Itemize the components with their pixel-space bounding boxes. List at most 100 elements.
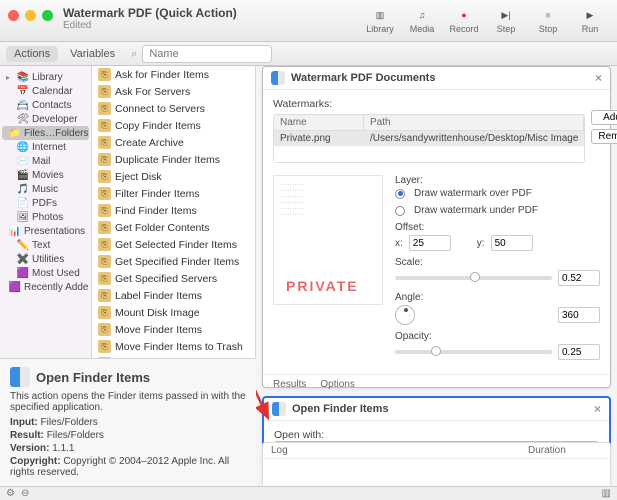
run-button[interactable]: ▶Run	[571, 6, 609, 34]
tab-variables[interactable]: Variables	[62, 46, 123, 62]
action-icon: ⎘	[98, 68, 111, 81]
table-row[interactable]: Private.png /Users/sandywrittenhouse/Des…	[274, 131, 584, 146]
library-button[interactable]: ▥Library	[361, 6, 399, 34]
card-title: Open Finder Items	[292, 403, 389, 415]
sidebar-item-utilities[interactable]: ✖️Utilities	[2, 252, 89, 266]
watermarks-table[interactable]: Name Path Private.png /Users/sandywritte…	[273, 114, 585, 163]
action-icon: ⎘	[98, 102, 111, 115]
step-button[interactable]: ▶|Step	[487, 6, 525, 34]
sidebar-item-photos[interactable]: 🖼Photos	[2, 210, 89, 224]
col-log: Log	[263, 443, 520, 458]
category-icon: 🖼	[17, 211, 29, 223]
action-item[interactable]: ⎘Get Selected Finder Items	[92, 236, 255, 253]
action-item[interactable]: ⎘Label Finder Items	[92, 287, 255, 304]
close-icon[interactable]: ×	[594, 402, 601, 416]
sidebar-item-calendar[interactable]: 📅Calendar	[2, 84, 89, 98]
scale-input[interactable]	[558, 270, 600, 286]
watermarks-label: Watermarks:	[273, 98, 600, 110]
action-item[interactable]: ⎘Eject Disk	[92, 168, 255, 185]
info-description: This action opens the Finder items passe…	[10, 391, 246, 413]
sidebar-item-recently-added[interactable]: 🟪Recently Added	[2, 280, 89, 294]
scale-slider[interactable]	[395, 276, 552, 280]
action-icon: ⎘	[98, 340, 111, 353]
action-item[interactable]: ⎘Get Folder Contents	[92, 219, 255, 236]
action-item[interactable]: ⎘Copy Finder Items	[92, 117, 255, 134]
results-tab[interactable]: Results	[273, 379, 306, 390]
action-item[interactable]: ⎘Ask For Servers	[92, 83, 255, 100]
action-icon: ⎘	[98, 119, 111, 132]
action-item[interactable]: ⎘Create Archive	[92, 134, 255, 151]
stop-button[interactable]: ■Stop	[529, 6, 567, 34]
sidebar-item-mail[interactable]: ✉️Mail	[2, 154, 89, 168]
info-title: Open Finder Items	[36, 370, 150, 385]
open-with-label: Open with:	[274, 429, 324, 441]
options-tab[interactable]: Options	[320, 379, 354, 390]
action-item[interactable]: ⎘Get Specified Finder Items	[92, 253, 255, 270]
category-icon: 📄	[17, 197, 29, 209]
add-button[interactable]: Add…	[591, 110, 617, 125]
finder-icon	[272, 402, 286, 416]
angle-input[interactable]	[558, 307, 600, 323]
sidebar-item-presentations[interactable]: 📊Presentations	[2, 224, 89, 238]
minimize-icon[interactable]	[25, 10, 36, 21]
category-icon: 📁	[9, 127, 21, 139]
sidebar-item-movies[interactable]: 🎬Movies	[2, 168, 89, 182]
offset-x-input[interactable]	[409, 235, 451, 251]
media-button[interactable]: ♫Media	[403, 6, 441, 34]
status-bar: ⚙ ⊖ ▥	[0, 486, 617, 500]
radio-under[interactable]: Draw watermark under PDF	[395, 205, 600, 216]
window-subtitle: Edited	[63, 20, 237, 31]
action-item[interactable]: ⎘Connect to Servers	[92, 100, 255, 117]
remove-button[interactable]: Remove	[591, 129, 617, 144]
action-item[interactable]: ⎘Find Finder Items	[92, 202, 255, 219]
sidebar-item-developer[interactable]: 🛠Developer	[2, 112, 89, 126]
action-icon: ⎘	[98, 238, 111, 251]
close-icon[interactable]	[8, 10, 19, 21]
action-item[interactable]: ⎘Get Specified Servers	[92, 270, 255, 287]
gear-icon[interactable]: ⚙	[6, 488, 15, 499]
category-icon: ✏️	[17, 239, 29, 251]
tab-actions[interactable]: Actions	[6, 46, 58, 62]
action-item[interactable]: ⎘Filter Finder Items	[92, 185, 255, 202]
sidebar-item-library[interactable]: ▸📚Library	[2, 70, 89, 84]
minus-icon[interactable]: ⊖	[21, 488, 29, 499]
sidebar-item-files-folders[interactable]: 📁Files…Folders	[2, 126, 89, 140]
sidebar-item-most-used[interactable]: 🟪Most Used	[2, 266, 89, 280]
action-icon: ⎘	[98, 170, 111, 183]
sidebar-item-pdfs[interactable]: 📄PDFs	[2, 196, 89, 210]
sidebar-item-music[interactable]: 🎵Music	[2, 182, 89, 196]
zoom-icon[interactable]	[42, 10, 53, 21]
action-item[interactable]: ⎘Duplicate Finder Items	[92, 151, 255, 168]
action-item[interactable]: ⎘Move Finder Items to Trash	[92, 338, 255, 355]
angle-label: Angle:	[395, 292, 600, 303]
columns-icon[interactable]: ▥	[602, 488, 611, 499]
category-icon: 🟪	[9, 281, 21, 293]
offset-y-input[interactable]	[491, 235, 533, 251]
category-icon: ✖️	[17, 253, 29, 265]
opacity-input[interactable]	[558, 344, 600, 360]
search-input[interactable]	[142, 45, 272, 63]
action-icon: ⎘	[98, 153, 111, 166]
sidebar-item-internet[interactable]: 🌐Internet	[2, 140, 89, 154]
action-item[interactable]: ⎘Ask for Finder Items	[92, 66, 255, 83]
action-watermark-pdf[interactable]: Watermark PDF Documents × Watermarks: Na…	[262, 66, 611, 388]
sidebar-item-contacts[interactable]: 📇Contacts	[2, 98, 89, 112]
action-item[interactable]: ⎘Mount Disk Image	[92, 304, 255, 321]
radio-over[interactable]: Draw watermark over PDF	[395, 188, 600, 199]
action-item[interactable]: ⎘Move Finder Items	[92, 321, 255, 338]
category-icon: 📚	[17, 71, 29, 83]
sidebar-item-text[interactable]: ✏️Text	[2, 238, 89, 252]
layer-label: Layer:	[395, 175, 600, 186]
category-icon: 🌐	[17, 141, 29, 153]
col-path: Path	[364, 115, 584, 130]
record-button[interactable]: ●Record	[445, 6, 483, 34]
titlebar: Watermark PDF (Quick Action) Edited ▥Lib…	[0, 0, 617, 42]
window-controls	[8, 10, 53, 21]
category-icon: 📅	[17, 85, 29, 97]
scale-label: Scale:	[395, 257, 600, 268]
card-title: Watermark PDF Documents	[291, 72, 435, 84]
opacity-slider[interactable]	[395, 350, 552, 354]
angle-dial[interactable]	[395, 305, 415, 325]
close-icon[interactable]: ×	[595, 71, 602, 85]
workflow-canvas[interactable]: Watermark PDF Documents × Watermarks: Na…	[256, 66, 617, 500]
